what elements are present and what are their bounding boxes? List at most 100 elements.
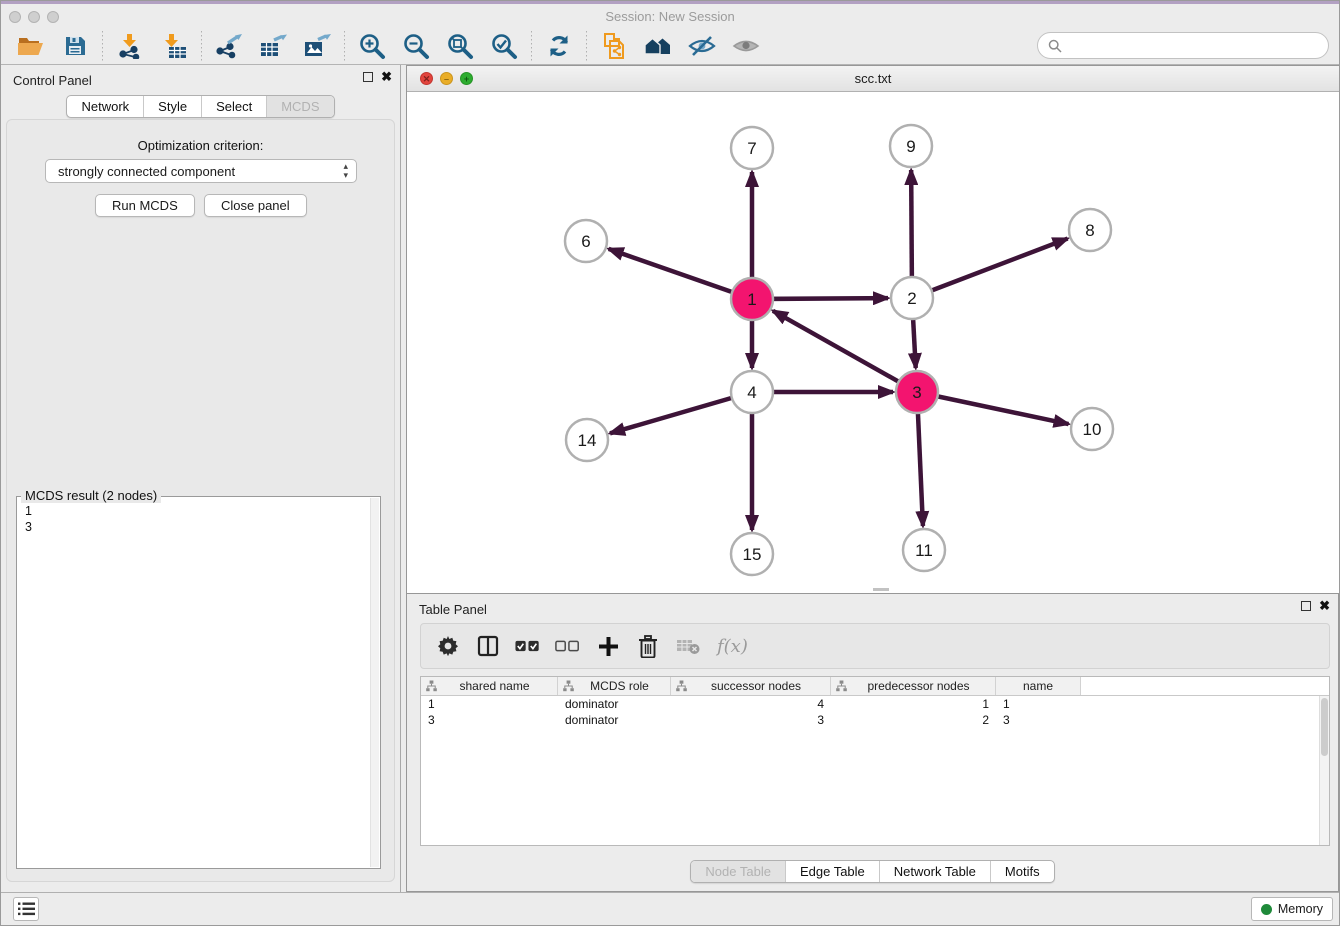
network-window-titlebar[interactable]: ✕ – + scc.txt	[407, 66, 1339, 92]
table-cell[interactable]: 3	[671, 712, 831, 728]
node-table-header: shared name MCDS role successor nodes prede…	[421, 677, 1329, 696]
zoom-in-icon[interactable]	[350, 29, 394, 63]
graph-node-9[interactable]: 9	[890, 125, 932, 167]
table-cell[interactable]: 3	[421, 712, 558, 728]
graph-node-6[interactable]: 6	[565, 220, 607, 262]
import-network-icon[interactable]	[108, 29, 152, 63]
criterion-dropdown[interactable]: strongly connected component ▴▾	[45, 159, 357, 183]
graph-node-2[interactable]: 2	[891, 277, 933, 319]
eye-icon[interactable]	[724, 29, 768, 63]
svg-text:7: 7	[747, 139, 756, 158]
column-header-predecessor-nodes[interactable]: predecessor nodes	[831, 677, 996, 695]
table-row[interactable]: 1dominator411	[421, 696, 1329, 712]
graph-edge-3-1[interactable]	[773, 311, 917, 392]
select-all-icon[interactable]	[515, 633, 541, 659]
delete-table-icon[interactable]	[675, 633, 701, 659]
status-bar: Memory	[1, 892, 1339, 925]
svg-text:1: 1	[747, 290, 756, 309]
float-table-panel-icon[interactable]	[1301, 601, 1311, 611]
zoom-selected-icon[interactable]	[482, 29, 526, 63]
column-header-successor-nodes[interactable]: successor nodes	[671, 677, 831, 695]
tab-edge-table[interactable]: Edge Table	[785, 861, 879, 882]
table-cell[interactable]: 1	[421, 696, 558, 712]
column-header-name[interactable]: name	[996, 677, 1081, 695]
duplicate-network-icon[interactable]	[592, 29, 636, 63]
graph-node-8[interactable]: 8	[1069, 209, 1111, 251]
graph-node-1[interactable]: 1	[731, 278, 773, 320]
splitter-handle[interactable]	[873, 588, 889, 591]
table-cell[interactable]: dominator	[558, 712, 671, 728]
search-icon	[1048, 39, 1062, 53]
toolbar-separator	[344, 31, 345, 61]
graph-node-10[interactable]: 10	[1071, 408, 1113, 450]
add-row-icon[interactable]	[595, 633, 621, 659]
table-cell[interactable]: 1	[996, 696, 1081, 712]
close-table-panel-icon[interactable]: ✖	[1319, 601, 1330, 611]
double-home-icon[interactable]	[636, 29, 680, 63]
task-history-button[interactable]	[13, 897, 39, 921]
graph-node-14[interactable]: 14	[566, 419, 608, 461]
float-panel-icon[interactable]	[363, 72, 373, 82]
open-session-icon[interactable]	[9, 29, 53, 63]
result-scrollbar[interactable]	[370, 498, 379, 867]
close-panel-icon[interactable]: ✖	[381, 72, 392, 82]
save-session-icon[interactable]	[53, 29, 97, 63]
table-scrollbar[interactable]	[1319, 696, 1329, 845]
graph-edge-2-8[interactable]	[912, 239, 1068, 298]
table-cell[interactable]: dominator	[558, 696, 671, 712]
graph-node-11[interactable]: 11	[903, 529, 945, 571]
svg-text:8: 8	[1085, 221, 1094, 240]
network-canvas[interactable]: 1 2 3 4 6 7 8 9 10 11 14 15	[407, 92, 1340, 593]
search-input[interactable]	[1068, 38, 1318, 53]
table-row[interactable]: 3dominator323	[421, 712, 1329, 728]
graph-node-7[interactable]: 7	[731, 127, 773, 169]
zoom-fit-icon[interactable]	[438, 29, 482, 63]
settings-gear-icon[interactable]	[435, 633, 461, 659]
column-type-icon	[836, 680, 847, 692]
eye-slash-icon[interactable]	[680, 29, 724, 63]
main-toolbar	[1, 27, 1339, 65]
run-mcds-button[interactable]: Run MCDS	[95, 194, 195, 217]
table-cell[interactable]: 2	[831, 712, 996, 728]
column-header-label: shared name	[437, 679, 552, 693]
graph-node-15[interactable]: 15	[731, 533, 773, 575]
delete-row-trash-icon[interactable]	[635, 633, 661, 659]
close-panel-button[interactable]: Close panel	[204, 194, 307, 217]
table-cell[interactable]: 3	[996, 712, 1081, 728]
control-panel-header: Control Panel ✖	[1, 65, 400, 95]
column-header-label: successor nodes	[687, 679, 825, 693]
tab-mcds[interactable]: MCDS	[266, 96, 333, 117]
tab-network-table[interactable]: Network Table	[879, 861, 990, 882]
graph-edge-3-10[interactable]	[917, 392, 1069, 424]
zoom-out-icon[interactable]	[394, 29, 438, 63]
column-header-mcds-role[interactable]: MCDS role	[558, 677, 671, 695]
graph-node-3[interactable]: 3	[896, 371, 938, 413]
memory-label: Memory	[1278, 902, 1323, 916]
app-titlebar: Session: New Session	[1, 1, 1339, 27]
table-cell[interactable]: 1	[831, 696, 996, 712]
column-header-shared-name[interactable]: shared name	[421, 677, 558, 695]
column-type-icon	[563, 680, 574, 692]
memory-button[interactable]: Memory	[1251, 897, 1333, 921]
column-header-label: MCDS role	[574, 679, 665, 693]
search-field[interactable]	[1037, 32, 1329, 59]
export-network-icon[interactable]	[207, 29, 251, 63]
tab-motifs[interactable]: Motifs	[990, 861, 1054, 882]
import-table-icon[interactable]	[152, 29, 196, 63]
tab-node-table[interactable]: Node Table	[691, 861, 785, 882]
graph-edge-1-6[interactable]	[609, 249, 752, 299]
table-cell[interactable]: 4	[671, 696, 831, 712]
columns-icon[interactable]	[475, 633, 501, 659]
tab-style[interactable]: Style	[143, 96, 201, 117]
mcds-result-line: 1	[25, 503, 372, 519]
deselect-all-icon[interactable]	[555, 633, 581, 659]
tab-network[interactable]: Network	[67, 96, 143, 117]
function-builder-icon[interactable]: f(x)	[717, 636, 748, 657]
graph-node-4[interactable]: 4	[731, 371, 773, 413]
table-panel-title: Table Panel	[419, 602, 487, 617]
mcds-result-list[interactable]: 13	[17, 497, 380, 541]
refresh-icon[interactable]	[537, 29, 581, 63]
export-table-icon[interactable]	[251, 29, 295, 63]
tab-select[interactable]: Select	[201, 96, 266, 117]
export-image-icon[interactable]	[295, 29, 339, 63]
